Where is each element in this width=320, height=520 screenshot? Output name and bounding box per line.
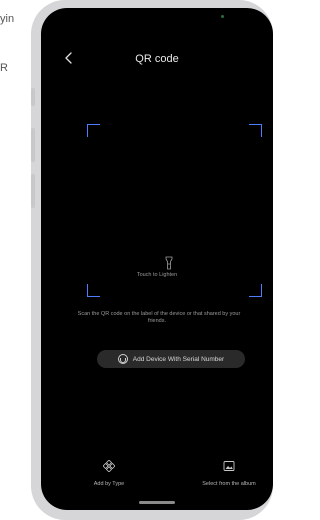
flashlight-icon[interactable] bbox=[164, 256, 174, 270]
select-from-album-label: Select from the album bbox=[202, 481, 256, 487]
camera-indicator bbox=[221, 15, 224, 18]
device-type-icon bbox=[103, 460, 115, 472]
phone-volume-down-button bbox=[31, 174, 35, 208]
background-text-fragment: yin bbox=[0, 13, 15, 25]
phone-screen: QR code Touch to Lighten Scan the QR cod… bbox=[41, 8, 273, 510]
serial-button-label: Add Device With Serial Number bbox=[132, 355, 225, 363]
scan-frame-corner-top-left bbox=[87, 124, 100, 137]
phone-mute-switch bbox=[31, 88, 35, 106]
flashlight-label[interactable]: Touch to Lighten bbox=[41, 272, 273, 278]
add-by-type-button[interactable]: Add by Type bbox=[69, 460, 149, 487]
scan-instructions: Scan the QR code on the label of the dev… bbox=[77, 311, 241, 317]
home-indicator[interactable] bbox=[139, 501, 175, 504]
serial-number-icon bbox=[117, 354, 128, 364]
scan-frame-corner-bottom-right bbox=[249, 284, 262, 297]
scan-frame-corner-top-right bbox=[249, 124, 262, 137]
scan-frame-corner-bottom-left bbox=[87, 284, 100, 297]
add-by-type-label: Add by Type bbox=[93, 481, 125, 487]
phone-volume-up-button bbox=[31, 128, 35, 162]
scan-instructions-continued: friends. bbox=[147, 318, 167, 324]
background-text-fragment: R bbox=[0, 62, 8, 74]
add-device-serial-number-button[interactable]: Add Device With Serial Number bbox=[97, 350, 245, 368]
page-title: QR code bbox=[135, 53, 179, 65]
album-icon bbox=[223, 461, 235, 471]
select-from-album-button[interactable]: Select from the album bbox=[189, 460, 269, 487]
